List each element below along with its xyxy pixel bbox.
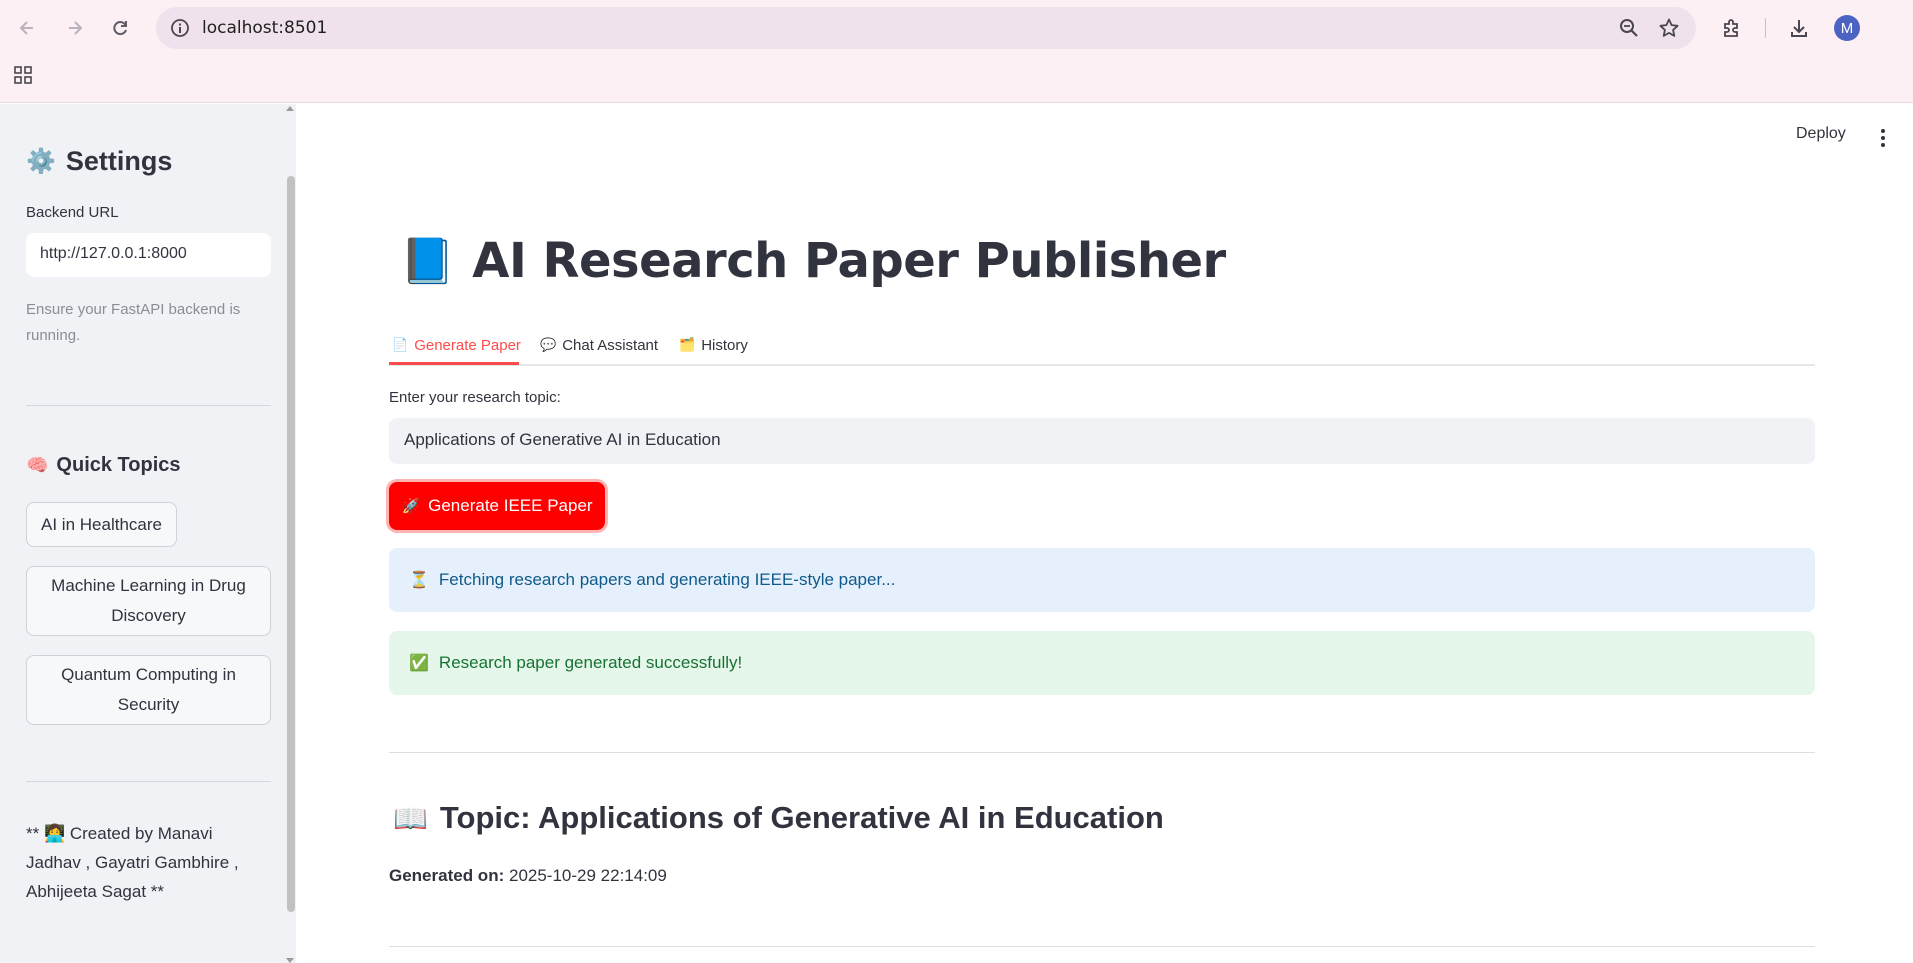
sidebar-title: ⚙️ Settings: [26, 146, 172, 177]
topic-button-label: Quantum Computing in Security: [61, 665, 236, 714]
extensions-button[interactable]: [1715, 11, 1749, 45]
folder-icon: 🗂️: [679, 337, 696, 352]
backend-caption: Ensure your FastAPI backend is running.: [26, 301, 241, 344]
section-divider: [389, 752, 1815, 753]
downloads-button[interactable]: [1782, 11, 1816, 45]
info-alert: ⏳ Fetching research papers and generatin…: [389, 548, 1815, 612]
speech-bubble-icon: 💬: [540, 337, 557, 352]
hourglass-icon: ⏳: [409, 572, 429, 589]
url-text: localhost:8501: [202, 18, 328, 38]
zoom-icon[interactable]: [1618, 17, 1640, 39]
generated-on-value: 2025-10-29 22:14:09: [508, 866, 667, 885]
deploy-button[interactable]: Deploy: [1796, 125, 1846, 143]
bookmark-star-icon[interactable]: [1658, 17, 1680, 39]
brain-icon: 🧠: [26, 455, 49, 475]
topic-button-label: AI in Healthcare: [41, 514, 162, 534]
sidebar-title-text: Settings: [65, 146, 173, 176]
topic-button-label: Machine Learning in Drug Discovery: [51, 576, 246, 625]
site-info-icon[interactable]: [170, 18, 190, 38]
reload-button[interactable]: [103, 11, 137, 45]
topic-button-ml-drug-discovery[interactable]: Machine Learning in Drug Discovery: [26, 566, 271, 636]
tab-bar: 📄 Generate Paper 💬 Chat Assistant 🗂️ His…: [389, 324, 1815, 366]
generate-button-label: Generate IEEE Paper: [428, 496, 593, 515]
forward-arrow-icon: [69, 21, 83, 35]
sidebar-divider: [26, 781, 271, 782]
blue-book-icon: 📘: [400, 236, 455, 287]
success-alert: ✅ Research paper generated successfully!: [389, 631, 1815, 695]
gear-icon: ⚙️: [26, 148, 56, 175]
tab-label: Generate Paper: [414, 336, 521, 354]
quick-topics-text: Quick Topics: [56, 454, 181, 476]
check-mark-icon: ✅: [409, 655, 429, 672]
credits-text: ** 👩‍💻 Created by Manavi Jadhav , Gayatr…: [26, 824, 239, 901]
topic-button-quantum-security[interactable]: Quantum Computing in Security: [26, 655, 271, 725]
tab-chat-assistant[interactable]: 💬 Chat Assistant: [540, 331, 658, 359]
page-icon: 📄: [392, 337, 409, 352]
page-title: 📘 AI Research Paper Publisher: [400, 233, 1226, 289]
research-topic-input[interactable]: Applications of Generative AI in Educati…: [389, 418, 1815, 464]
scroll-down-arrow-icon[interactable]: [286, 958, 294, 963]
back-arrow-icon: [19, 21, 33, 35]
topic-heading-text: Topic: Applications of Generative AI in …: [439, 800, 1164, 835]
tab-history[interactable]: 🗂️ History: [679, 331, 748, 359]
topic-heading: 📖 Topic: Applications of Generative AI i…: [393, 800, 1164, 836]
info-alert-text: Fetching research papers and generating …: [438, 570, 896, 589]
rocket-icon: 🚀: [401, 498, 421, 515]
backend-url-label: Backend URL: [26, 204, 119, 221]
apps-grid-icon[interactable]: [12, 64, 34, 86]
toolbar-divider: [1765, 18, 1766, 38]
browser-chrome: localhost:8501 M: [0, 0, 1913, 103]
section-divider: [389, 946, 1815, 947]
scroll-up-arrow-icon[interactable]: [286, 106, 294, 111]
open-book-icon: 📖: [393, 802, 428, 834]
generated-on-label: Generated on:: [389, 866, 505, 885]
puzzle-icon: [1724, 19, 1738, 37]
backend-url-input[interactable]: http://127.0.0.1:8000: [26, 233, 271, 277]
tab-generate-paper[interactable]: 📄 Generate Paper: [392, 331, 521, 359]
more-options-icon[interactable]: [1876, 127, 1890, 149]
generated-on: Generated on: 2025-10-29 22:14:09: [389, 866, 667, 886]
tab-label: Chat Assistant: [562, 336, 659, 354]
download-icon: [1791, 20, 1807, 37]
profile-avatar[interactable]: M: [1834, 15, 1860, 41]
quick-topics-title: 🧠 Quick Topics: [26, 454, 181, 477]
tab-label: History: [701, 336, 748, 354]
address-bar[interactable]: localhost:8501: [156, 7, 1696, 49]
active-tab-indicator: [389, 362, 519, 365]
page-title-text: AI Research Paper Publisher: [472, 233, 1226, 289]
forward-button[interactable]: [58, 11, 92, 45]
back-button[interactable]: [10, 11, 44, 45]
reload-icon: [113, 21, 127, 36]
topic-button-ai-healthcare[interactable]: AI in Healthcare: [26, 502, 177, 547]
success-alert-text: Research paper generated successfully!: [438, 653, 743, 672]
generate-paper-button[interactable]: 🚀 Generate IEEE Paper: [389, 482, 605, 530]
sidebar-divider: [26, 405, 271, 406]
research-topic-label: Enter your research topic:: [389, 389, 561, 406]
sidebar-scroll-thumb[interactable]: [287, 176, 295, 912]
